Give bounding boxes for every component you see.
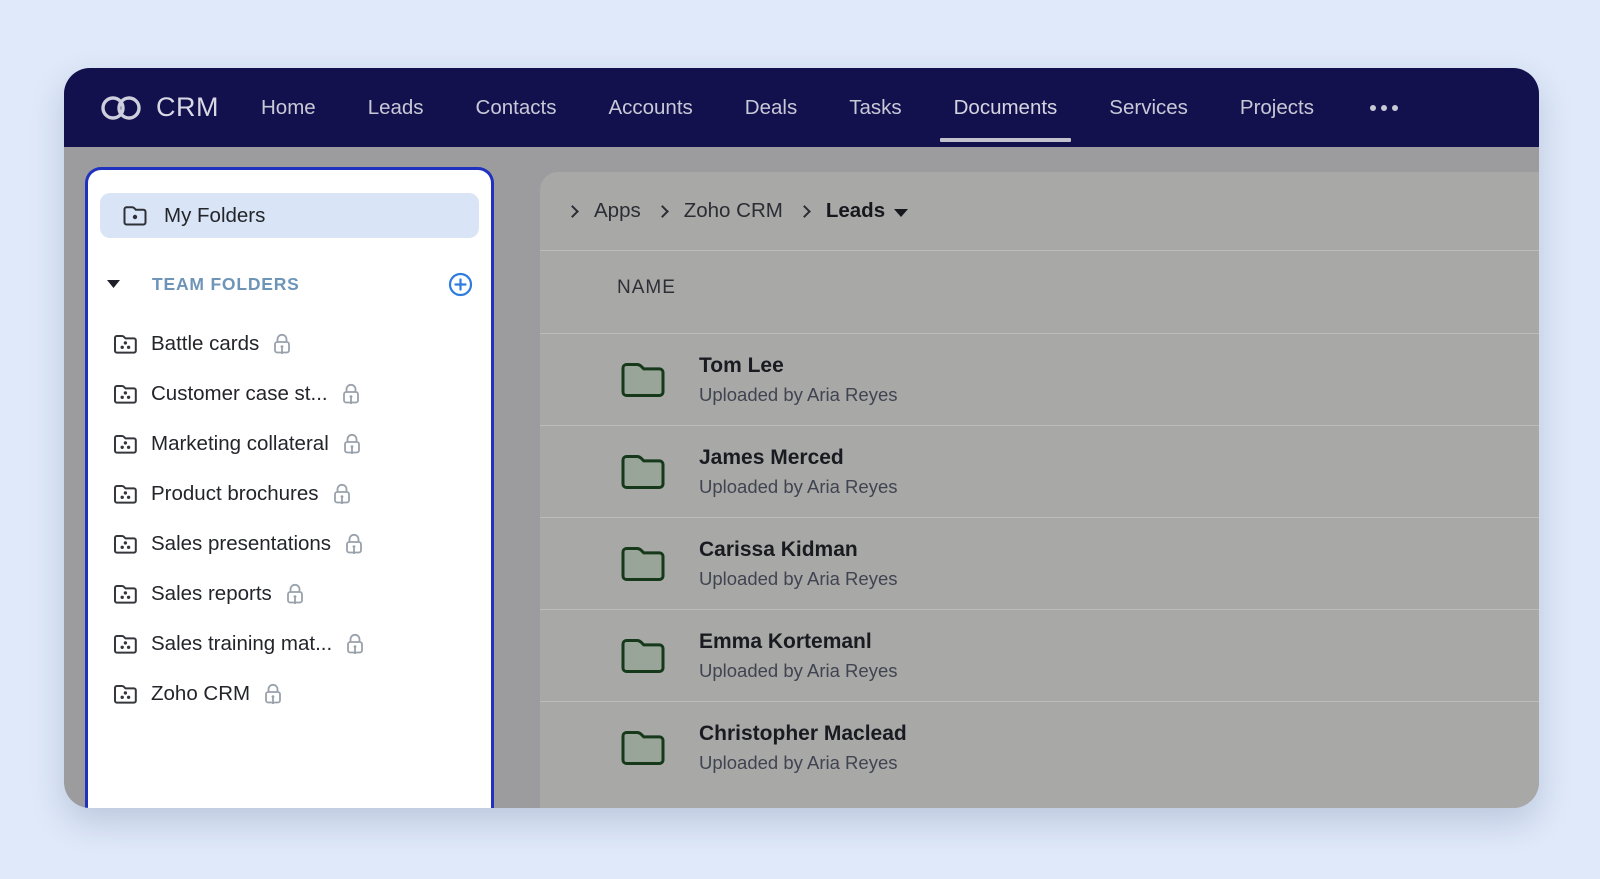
lock-icon bbox=[344, 533, 364, 556]
team-folder-item-sales-presentations[interactable]: Sales presentations bbox=[100, 519, 479, 569]
document-row-carissa-kidman[interactable]: Carissa Kidman Uploaded by Aria Reyes bbox=[540, 517, 1539, 609]
folder-label: Zoho CRM bbox=[151, 682, 250, 706]
my-folders-button[interactable]: My Folders bbox=[100, 193, 479, 238]
lock-icon bbox=[345, 633, 365, 656]
team-folder-item-product-brochures[interactable]: Product brochures bbox=[100, 469, 479, 519]
lock-icon bbox=[341, 383, 361, 406]
breadcrumb-apps[interactable]: Apps bbox=[594, 199, 641, 223]
documents-panel: Apps Zoho CRM Leads NAME Tom Lee U bbox=[540, 172, 1539, 808]
column-header-name: NAME bbox=[540, 251, 1539, 333]
document-name: Emma Kortemanl bbox=[699, 630, 897, 654]
my-folders-label: My Folders bbox=[164, 204, 265, 228]
lock-icon bbox=[342, 433, 362, 456]
team-folder-item-sales-reports[interactable]: Sales reports bbox=[100, 569, 479, 619]
team-folder-item-zoho-crm[interactable]: Zoho CRM bbox=[100, 669, 479, 719]
shared-folder-icon bbox=[113, 584, 138, 605]
folders-sidebar: My Folders TEAM FOLDERS bbox=[85, 167, 494, 808]
nav-tab-home[interactable]: Home bbox=[261, 69, 316, 147]
nav-tab-services[interactable]: Services bbox=[1109, 69, 1188, 147]
brand-title: CRM bbox=[156, 92, 219, 123]
folder-label: Product brochures bbox=[151, 482, 319, 506]
shared-folder-icon bbox=[113, 484, 138, 505]
nav-tab-tasks[interactable]: Tasks bbox=[849, 69, 901, 147]
folder-label: Sales reports bbox=[151, 582, 272, 606]
chevron-right-icon bbox=[566, 205, 579, 218]
shared-folder-icon bbox=[113, 684, 138, 705]
add-team-folder-icon[interactable] bbox=[448, 272, 473, 297]
nav-tab-leads[interactable]: Leads bbox=[368, 69, 424, 147]
breadcrumb-leads-label: Leads bbox=[826, 199, 885, 223]
documents-list: Tom Lee Uploaded by Aria Reyes James Mer… bbox=[540, 333, 1539, 793]
nav-tab-contacts[interactable]: Contacts bbox=[476, 69, 557, 147]
team-folder-item-battle-cards[interactable]: Battle cards bbox=[100, 319, 479, 369]
document-name: Christopher Maclead bbox=[699, 722, 907, 746]
document-name: Carissa Kidman bbox=[699, 538, 897, 562]
team-folder-item-marketing-collateral[interactable]: Marketing collateral bbox=[100, 419, 479, 469]
top-navbar: CRM Home Leads Contacts Accounts Deals T… bbox=[64, 68, 1539, 147]
lock-icon bbox=[332, 483, 352, 506]
green-folder-icon bbox=[620, 545, 666, 583]
shared-folder-icon bbox=[113, 434, 138, 455]
document-uploader: Uploaded by Aria Reyes bbox=[699, 752, 907, 774]
chevron-right-icon bbox=[656, 205, 669, 218]
folder-label: Battle cards bbox=[151, 332, 259, 356]
brand[interactable]: CRM bbox=[98, 92, 219, 124]
document-row-james-merced[interactable]: James Merced Uploaded by Aria Reyes bbox=[540, 425, 1539, 517]
nav-tab-accounts[interactable]: Accounts bbox=[608, 69, 692, 147]
shared-folder-icon bbox=[113, 634, 138, 655]
chevron-right-icon bbox=[798, 205, 811, 218]
more-tabs-icon[interactable] bbox=[1366, 95, 1402, 121]
folder-label: Sales training mat... bbox=[151, 632, 332, 656]
team-folders-header: TEAM FOLDERS bbox=[103, 269, 473, 299]
document-row-christopher-maclead[interactable]: Christopher Maclead Uploaded by Aria Rey… bbox=[540, 701, 1539, 793]
breadcrumb: Apps Zoho CRM Leads bbox=[540, 172, 1539, 251]
document-uploader: Uploaded by Aria Reyes bbox=[699, 476, 897, 498]
document-name: Tom Lee bbox=[699, 354, 897, 378]
caret-down-icon bbox=[894, 209, 908, 217]
crm-app-window: CRM Home Leads Contacts Accounts Deals T… bbox=[64, 68, 1539, 808]
folder-dot-icon bbox=[122, 205, 148, 227]
document-uploader: Uploaded by Aria Reyes bbox=[699, 660, 897, 682]
shared-folder-icon bbox=[113, 334, 138, 355]
nav-tab-documents[interactable]: Documents bbox=[954, 69, 1058, 147]
lock-icon bbox=[263, 683, 283, 706]
content-area: My Folders TEAM FOLDERS bbox=[64, 147, 1539, 808]
team-folder-item-sales-training-materials[interactable]: Sales training mat... bbox=[100, 619, 479, 669]
collapse-caret-icon[interactable] bbox=[103, 276, 124, 292]
breadcrumb-zoho-crm[interactable]: Zoho CRM bbox=[684, 199, 783, 223]
folder-label: Marketing collateral bbox=[151, 432, 329, 456]
nav-tab-projects[interactable]: Projects bbox=[1240, 69, 1314, 147]
team-folder-item-customer-case-studies[interactable]: Customer case st... bbox=[100, 369, 479, 419]
lock-icon bbox=[272, 333, 292, 356]
shared-folder-icon bbox=[113, 384, 138, 405]
nav-tabs: Home Leads Contacts Accounts Deals Tasks… bbox=[261, 68, 1402, 147]
shared-folder-icon bbox=[113, 534, 138, 555]
document-row-tom-lee[interactable]: Tom Lee Uploaded by Aria Reyes bbox=[540, 333, 1539, 425]
nav-tab-deals[interactable]: Deals bbox=[745, 69, 797, 147]
green-folder-icon bbox=[620, 453, 666, 491]
document-row-emma-kortemanl[interactable]: Emma Kortemanl Uploaded by Aria Reyes bbox=[540, 609, 1539, 701]
folder-label: Sales presentations bbox=[151, 532, 331, 556]
zoho-crm-logo-icon bbox=[98, 92, 144, 124]
document-name: James Merced bbox=[699, 446, 897, 470]
breadcrumb-leads-dropdown[interactable]: Leads bbox=[826, 199, 908, 223]
green-folder-icon bbox=[620, 637, 666, 675]
green-folder-icon bbox=[620, 361, 666, 399]
document-uploader: Uploaded by Aria Reyes bbox=[699, 384, 897, 406]
green-folder-icon bbox=[620, 729, 666, 767]
document-uploader: Uploaded by Aria Reyes bbox=[699, 568, 897, 590]
team-folders-heading: TEAM FOLDERS bbox=[152, 274, 300, 295]
team-folder-list: Battle cards Customer case st... bbox=[100, 319, 479, 719]
lock-icon bbox=[285, 583, 305, 606]
folder-label: Customer case st... bbox=[151, 382, 328, 406]
